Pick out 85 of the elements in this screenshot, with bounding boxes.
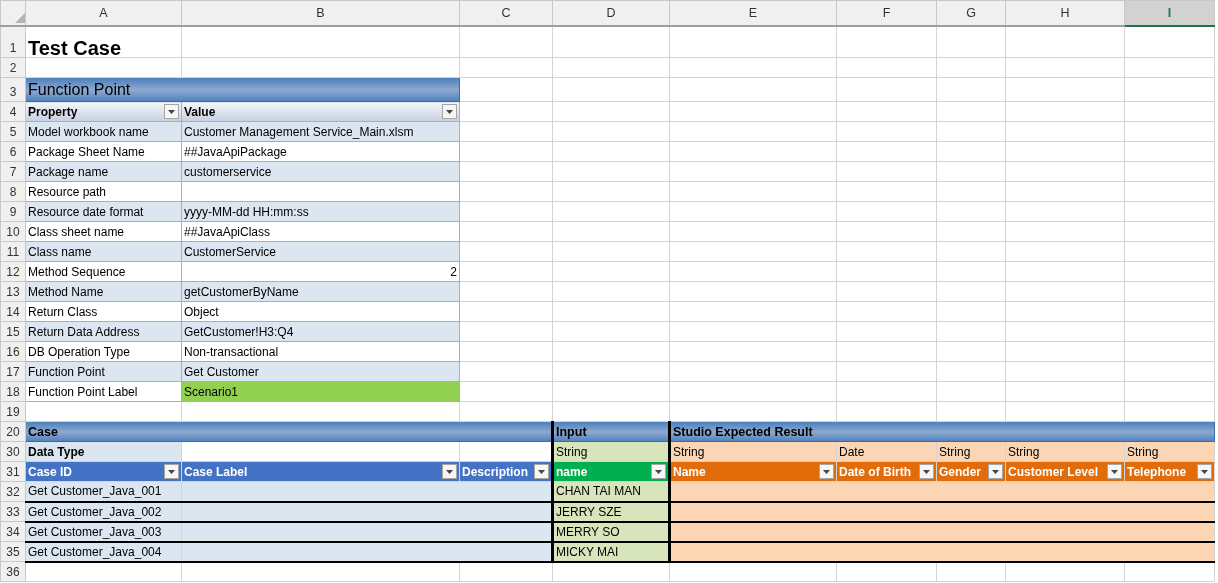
row-number[interactable]: 16 — [0, 341, 26, 362]
row-number[interactable]: 19 — [0, 401, 26, 422]
row-number[interactable]: 4 — [0, 101, 26, 122]
row-number[interactable]: 1 — [0, 25, 26, 58]
column-label: name — [556, 463, 588, 481]
caret-icon — [823, 469, 830, 474]
table-cell: DB Operation Type — [25, 341, 182, 362]
caret-icon — [923, 469, 930, 474]
caret-icon — [655, 469, 662, 474]
sheet-title: Test Case — [25, 25, 182, 58]
caret-icon — [168, 469, 175, 474]
column-header[interactable]: C — [459, 0, 553, 26]
row-number[interactable]: 6 — [0, 141, 26, 162]
table-cell: ##JavaApiPackage — [181, 141, 460, 162]
row-number[interactable]: 18 — [0, 381, 26, 402]
table-cell: Non-transactional — [181, 341, 460, 362]
column-header[interactable]: F — [836, 0, 937, 26]
filter-button[interactable] — [534, 464, 549, 479]
caret-icon — [168, 109, 175, 114]
table-cell: Method Sequence — [25, 261, 182, 282]
column-label: Gender — [939, 463, 981, 481]
row-number[interactable]: 15 — [0, 321, 26, 342]
row-number[interactable]: 36 — [0, 561, 26, 582]
row-number[interactable]: 14 — [0, 301, 26, 322]
column-header[interactable]: H — [1005, 0, 1125, 26]
column-label: Property — [28, 103, 78, 121]
row-number[interactable]: 3 — [0, 77, 26, 102]
row-number[interactable]: 12 — [0, 261, 26, 282]
section-band: Function Point — [25, 77, 460, 102]
column-label: Value — [184, 103, 216, 121]
filter-button[interactable] — [919, 464, 934, 479]
table-cell: 2 — [181, 261, 460, 282]
table-cell: Function Point Label — [25, 381, 182, 402]
row-number[interactable]: 34 — [0, 521, 26, 542]
table-cell: Package Sheet Name — [25, 141, 182, 162]
column-label: Customer Level — [1008, 463, 1099, 481]
row-number[interactable]: 32 — [0, 481, 26, 502]
row-number[interactable]: 8 — [0, 181, 26, 202]
row-number[interactable]: 11 — [0, 241, 26, 262]
filter-button[interactable] — [164, 104, 179, 119]
row-number[interactable]: 20 — [0, 421, 26, 442]
row-number[interactable]: 33 — [0, 501, 26, 522]
column-label: Description — [462, 463, 528, 481]
row-number[interactable]: 7 — [0, 161, 26, 182]
filter-button[interactable] — [651, 464, 666, 479]
column-header[interactable]: I — [1124, 0, 1215, 26]
table-cell: Resource path — [25, 181, 182, 202]
table-cell: Object — [181, 301, 460, 322]
row-number[interactable]: 2 — [0, 57, 26, 78]
caret-icon — [446, 109, 453, 114]
column-label: Case Label — [184, 463, 248, 481]
filter-button[interactable] — [442, 104, 457, 119]
caret-icon — [446, 469, 453, 474]
column-header[interactable]: A — [25, 0, 182, 26]
row-number[interactable]: 35 — [0, 541, 26, 562]
column-header[interactable]: G — [936, 0, 1006, 26]
filter-button[interactable] — [1107, 464, 1122, 479]
caret-icon — [1201, 469, 1208, 474]
caret-icon — [992, 469, 999, 474]
row-number[interactable]: 31 — [0, 461, 26, 482]
column-header[interactable]: B — [181, 0, 460, 26]
filter-button[interactable] — [442, 464, 457, 479]
column-header[interactable]: E — [669, 0, 837, 26]
column-label: Telephone — [1127, 463, 1187, 481]
column-header[interactable]: D — [552, 0, 670, 26]
row-number[interactable]: 9 — [0, 201, 26, 222]
filter-button[interactable] — [819, 464, 834, 479]
filter-button[interactable] — [164, 464, 179, 479]
table-cell: ##JavaApiClass — [181, 221, 460, 242]
row-number[interactable]: 30 — [0, 441, 26, 462]
caret-icon — [1111, 469, 1118, 474]
column-label: Name — [673, 463, 706, 481]
filter-button[interactable] — [988, 464, 1003, 479]
filter-button[interactable] — [1197, 464, 1212, 479]
column-label: Date of Birth — [839, 463, 911, 481]
caret-icon — [538, 469, 545, 474]
table-cell: Class sheet name — [25, 221, 182, 242]
row-number[interactable]: 17 — [0, 361, 26, 382]
column-label: Case ID — [28, 463, 73, 481]
row-number[interactable]: 5 — [0, 121, 26, 142]
table-cell: String — [669, 441, 837, 462]
row-number[interactable]: 13 — [0, 281, 26, 302]
section-band: Studio Expected Result — [669, 421, 1215, 442]
row-number[interactable]: 10 — [0, 221, 26, 242]
table-cell: Return Class — [25, 301, 182, 322]
